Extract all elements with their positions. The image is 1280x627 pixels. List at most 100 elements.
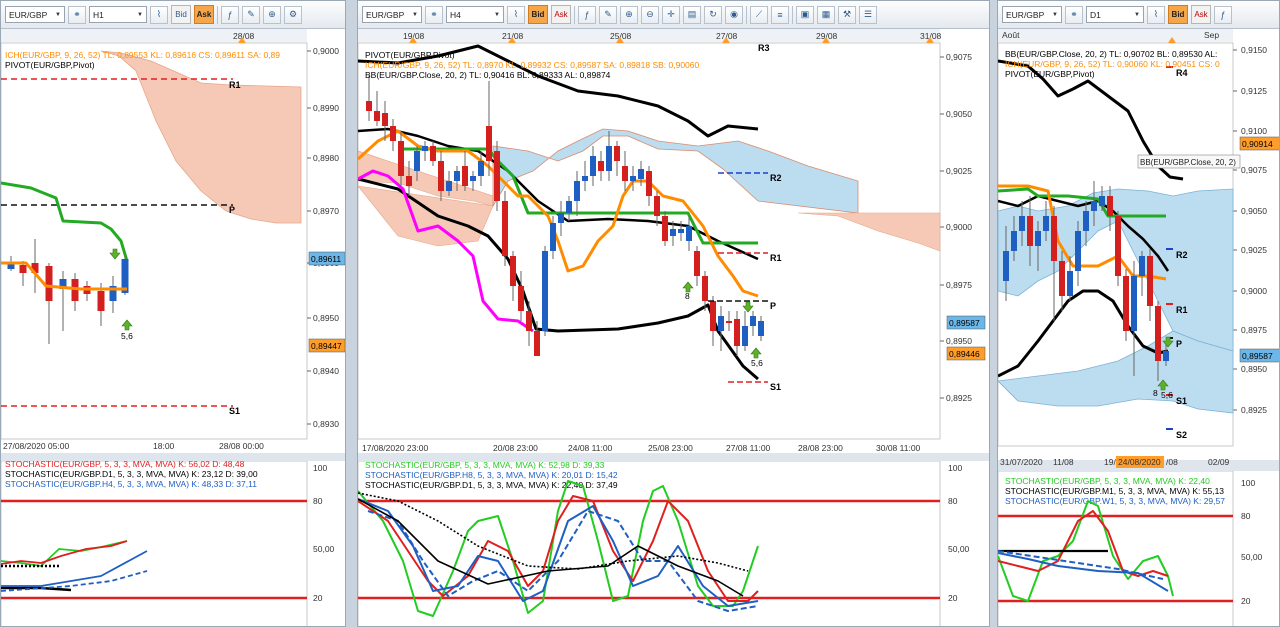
stochastic-tick-label: 20 bbox=[1241, 596, 1251, 606]
candle-body bbox=[1003, 251, 1009, 281]
price-tick-label: 0,8925 bbox=[1241, 405, 1267, 415]
candle-body bbox=[382, 113, 388, 126]
candle-body bbox=[542, 251, 548, 331]
pivot-r1-label: R1 bbox=[1176, 305, 1188, 315]
candle-body bbox=[422, 146, 428, 151]
candle-body bbox=[710, 301, 716, 331]
chart-panel-h1[interactable]: EUR/GBP ▼ ⚭ H1 ▼ ⌇ Bid Ask ƒ ✎ ⊕ ⚙ 28/08 0,… bbox=[0, 0, 346, 627]
time-axis-label: 17/08/2020 23:00 bbox=[362, 443, 428, 453]
candle-body bbox=[1123, 276, 1129, 331]
stochastic-legend: STOCHASTIC(EUR/GBP.D1, 5, 3, 3, MVA, MVA… bbox=[5, 469, 258, 479]
price-tick-label: 0,8950 bbox=[946, 336, 972, 346]
candle-body bbox=[678, 229, 684, 233]
indicator-legend: BB(EUR/GBP.Close, 20, 2) TL: 0,90416 BL:… bbox=[365, 70, 611, 80]
stochastic-tick-label: 100 bbox=[1241, 478, 1255, 488]
candle-body bbox=[1067, 271, 1073, 296]
time-axis-label: 19/ bbox=[1104, 457, 1116, 467]
candle-body bbox=[502, 201, 508, 256]
price-tick-label: 0,9025 bbox=[946, 166, 972, 176]
stochastic-tick-label: 50,00 bbox=[1241, 552, 1263, 562]
candle-body bbox=[574, 181, 580, 201]
current-price-tag: 0,89611 bbox=[311, 254, 341, 264]
candle-body bbox=[446, 181, 452, 191]
candle-body bbox=[702, 276, 708, 301]
candle-body bbox=[726, 321, 732, 323]
chart-panel-h4[interactable]: EUR/GBP ▼ ⚭ H4 ▼ ⌇ Bid Ask ƒ ✎ ⊕ ⊖ ✛ ▤ ↻ ◉… bbox=[357, 0, 990, 627]
top-date-label: Sep bbox=[1204, 30, 1219, 40]
time-axis-label: 20/08 23:00 bbox=[493, 443, 538, 453]
arrow-label: 5,6 bbox=[1161, 390, 1173, 400]
pivot-r1-label: R1 bbox=[229, 80, 241, 90]
candle-body bbox=[510, 256, 516, 286]
candle-body bbox=[1131, 276, 1137, 331]
candle-body bbox=[454, 171, 460, 181]
candle-body bbox=[646, 171, 652, 196]
candle-body bbox=[566, 201, 572, 213]
candle-body bbox=[550, 223, 556, 251]
chart-panel-d1[interactable]: EUR/GBP ▼ ⚭ D1 ▼ ⌇ Bid Ask ƒ Août Sep 0,9150… bbox=[997, 0, 1280, 627]
time-axis-label: 24/08/2020 bbox=[1118, 457, 1161, 467]
indicator-tooltip: BB(EUR/GBP.Close, 20, 2) bbox=[1140, 158, 1236, 167]
candle-body bbox=[606, 146, 612, 171]
stochastic-legend: STOCHASTIC(EUR/GBP.H8, 5, 3, 3, MVA, MVA… bbox=[365, 470, 618, 480]
arrow-label: 5,6 bbox=[121, 331, 133, 341]
stochastic-legend: STOCHASTIC(EUR/GBP.W1, 5, 3, 3, MVA, MVA… bbox=[1005, 496, 1225, 506]
candle-body bbox=[390, 126, 396, 141]
candle-body bbox=[438, 161, 444, 191]
candle-body bbox=[398, 141, 404, 176]
candle-body bbox=[1155, 306, 1161, 361]
candle-body bbox=[558, 213, 564, 223]
indicator-legend: PIVOT(EUR/GBP,Pivot) bbox=[1005, 69, 1095, 79]
date-strip bbox=[358, 29, 940, 42]
candle-body bbox=[1091, 201, 1097, 211]
price-tick-label: 0,8925 bbox=[946, 393, 972, 403]
candle-body bbox=[45, 266, 53, 301]
time-axis-label: 27/08/2020 05:00 bbox=[3, 441, 69, 451]
stochastic-legend: STOCHASTIC(EUR/GBP, 5, 3, 3, MVA, MVA) K… bbox=[5, 459, 245, 469]
price-tick-label: 0,8940 bbox=[313, 366, 339, 376]
candle-body bbox=[718, 316, 724, 331]
price-tick-label: 0,9125 bbox=[1241, 86, 1267, 96]
pivot-p-label: P bbox=[1176, 339, 1182, 349]
current-price-tag: 0,89587 bbox=[1242, 351, 1273, 361]
price-tick-label: 0,8975 bbox=[1241, 325, 1267, 335]
h1-chart-canvas[interactable]: 28/080,90000,89900,89800,89700,89600,895… bbox=[1, 1, 346, 627]
candle-body bbox=[1139, 256, 1145, 276]
candle-body bbox=[1019, 216, 1025, 231]
candle-body bbox=[1099, 196, 1105, 206]
stochastic-tick-label: 20 bbox=[313, 593, 323, 603]
candle-body bbox=[486, 126, 492, 161]
candle-body bbox=[590, 156, 596, 176]
candle-body bbox=[478, 161, 484, 176]
top-date-label: Août bbox=[1002, 30, 1020, 40]
candle-body bbox=[526, 311, 532, 331]
h4-chart-canvas[interactable]: 19/08 21/08 25/08 27/08 29/08 31/080,90750,90… bbox=[358, 1, 990, 627]
pivot-r3-label: R3 bbox=[758, 43, 770, 53]
stochastic-tick-label: 80 bbox=[1241, 511, 1251, 521]
stochastic-tick-label: 50,00 bbox=[948, 544, 970, 554]
indicator-legend: PIVOT(EUR/GBP,Pivot) bbox=[365, 50, 455, 60]
candle-body bbox=[1051, 216, 1057, 261]
candle-body bbox=[734, 319, 740, 346]
pivot-price-tag: 0,89446 bbox=[949, 349, 980, 359]
indicator-legend: PIVOT(EUR/GBP,Pivot) bbox=[5, 60, 95, 70]
stochastic-tick-label: 20 bbox=[948, 593, 958, 603]
price-tick-label: 0,8970 bbox=[313, 206, 339, 216]
date-strip bbox=[998, 29, 1233, 42]
candle-body bbox=[1163, 351, 1169, 361]
price-tick-label: 0,9050 bbox=[1241, 206, 1267, 216]
stochastic-tick-label: 50,00 bbox=[313, 544, 335, 554]
candle-body bbox=[1107, 196, 1113, 216]
price-tick-label: 0,9075 bbox=[1241, 165, 1267, 175]
candle-body bbox=[1083, 211, 1089, 231]
price-tick-label: 0,9050 bbox=[946, 109, 972, 119]
d1-chart-canvas[interactable]: Août Sep 0,9150 0,9125 0,9100 0,9075 0,9050 0,9… bbox=[998, 1, 1280, 627]
candle-body bbox=[414, 151, 420, 171]
pivot-price-tag: 0,89447 bbox=[311, 341, 342, 351]
pivot-r2-label: R2 bbox=[770, 173, 782, 183]
candle-body bbox=[598, 161, 604, 171]
candle-body bbox=[742, 326, 748, 346]
candle-body bbox=[694, 251, 700, 276]
time-axis-label: 30/08 11:00 bbox=[876, 443, 921, 453]
pivot-s1-label: S1 bbox=[770, 382, 781, 392]
